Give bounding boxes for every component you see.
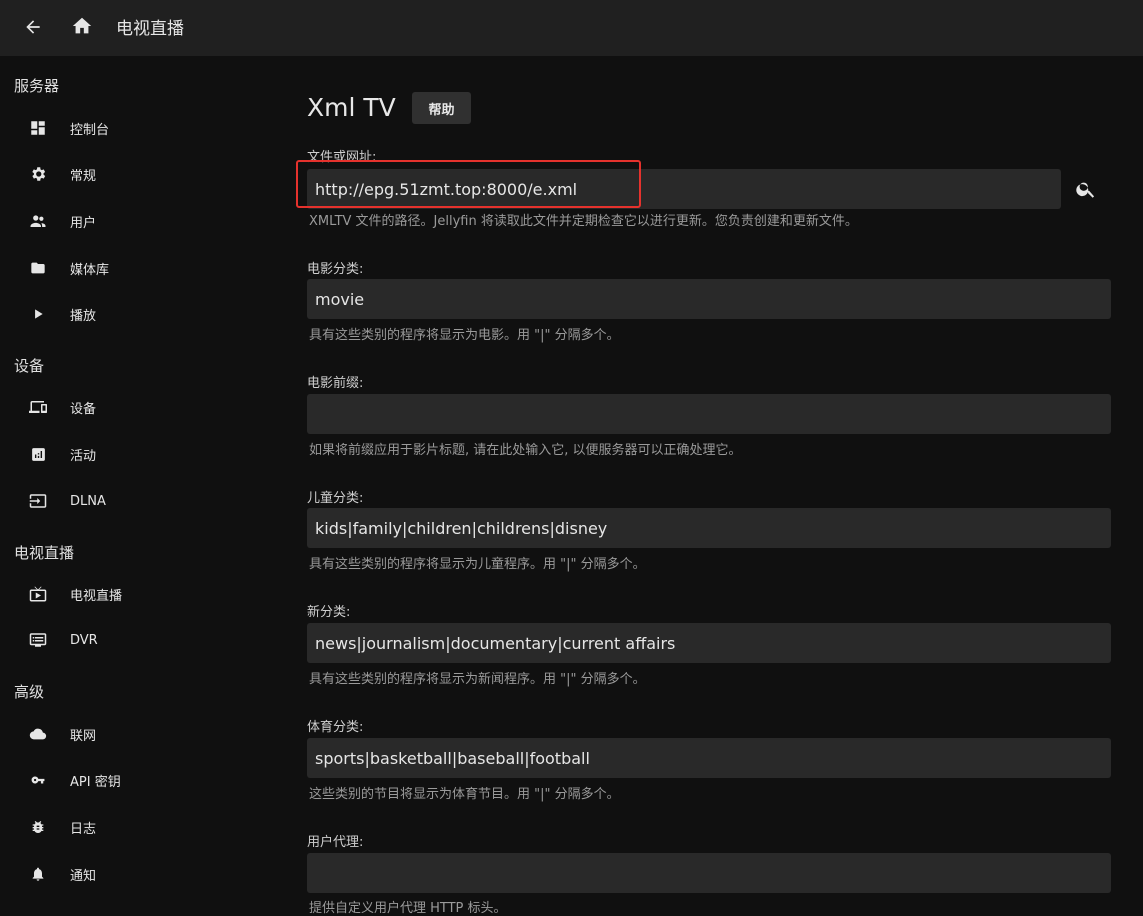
sidebar-item-label: 通知 xyxy=(70,868,97,884)
sidebar-item-label: 播放 xyxy=(70,308,97,324)
news-categories-input[interactable]: news|journalism|documentary|current affa… xyxy=(307,623,1111,663)
sidebar-item-devices[interactable]: 设备 xyxy=(0,387,272,427)
header-title: 电视直播 xyxy=(116,19,184,39)
sidebar-item-dvr[interactable]: DVR xyxy=(0,620,272,660)
sidebar-item-label: 用户 xyxy=(70,215,97,231)
section-header-devices: 设备 xyxy=(14,357,45,375)
cloud-icon xyxy=(28,724,48,744)
live-tv-icon xyxy=(28,584,48,604)
movie-prefix-input[interactable] xyxy=(307,394,1111,434)
devices-icon xyxy=(28,397,48,417)
user-agent-input[interactable] xyxy=(307,853,1111,893)
user-agent-help: 提供自定义用户代理 HTTP 标头。 xyxy=(309,901,507,916)
back-arrow-icon[interactable] xyxy=(18,12,48,42)
sports-categories-input[interactable]: sports|basketball|baseball|football xyxy=(307,738,1111,778)
movie-prefix-label: 电影前缀: xyxy=(307,376,364,391)
kids-categories-label: 儿童分类: xyxy=(307,491,364,506)
sidebar-item-label: DVR xyxy=(70,632,98,648)
sidebar-item-notifications[interactable]: 通知 xyxy=(0,854,272,894)
sidebar-item-api-keys[interactable]: API 密钥 xyxy=(0,760,272,800)
sidebar-item-dashboard[interactable]: 控制台 xyxy=(0,108,272,148)
xmltv-path-help: XMLTV 文件的路径。Jellyfin 将读取此文件并定期检查它以进行更新。您… xyxy=(309,214,858,229)
app-header: 电视直播 xyxy=(0,0,1143,56)
bug-icon xyxy=(28,817,48,837)
dvr-icon xyxy=(28,630,48,650)
movie-prefix-help: 如果将前缀应用于影片标题, 请在此处输入它, 以便服务器可以正确处理它。 xyxy=(309,443,742,458)
dashboard-icon xyxy=(28,118,48,138)
search-icon[interactable] xyxy=(1071,174,1101,204)
kids-categories-input[interactable]: kids|family|children|childrens|disney xyxy=(307,508,1111,548)
play-icon xyxy=(28,304,48,324)
gear-icon xyxy=(28,164,48,184)
sidebar-item-label: 电视直播 xyxy=(70,588,123,604)
sidebar-item-livetv[interactable]: 电视直播 xyxy=(0,574,272,614)
sidebar-item-label: 日志 xyxy=(70,821,97,837)
input-icon xyxy=(28,491,48,511)
bell-icon xyxy=(28,864,48,884)
folder-icon xyxy=(28,258,48,278)
section-header-livetv: 电视直播 xyxy=(14,544,75,562)
movie-categories-help: 具有这些类别的程序将显示为电影。用 "|" 分隔多个。 xyxy=(309,328,620,343)
news-categories-label: 新分类: xyxy=(307,605,351,620)
sports-categories-label: 体育分类: xyxy=(307,720,364,735)
page-title: Xml TV xyxy=(307,93,396,122)
sidebar-item-label: API 密钥 xyxy=(70,774,121,790)
sidebar-item-label: 活动 xyxy=(70,448,97,464)
sidebar-item-label: 设备 xyxy=(70,401,97,417)
sidebar-item-logs[interactable]: 日志 xyxy=(0,807,272,847)
news-categories-help: 具有这些类别的程序将显示为新闻程序。用 "|" 分隔多个。 xyxy=(309,672,646,687)
sidebar-item-playback[interactable]: 播放 xyxy=(0,294,272,334)
sidebar-item-activity[interactable]: 活动 xyxy=(0,434,272,474)
help-button[interactable]: 帮助 xyxy=(412,92,471,124)
sidebar-item-libraries[interactable]: 媒体库 xyxy=(0,248,272,288)
sidebar-item-label: 控制台 xyxy=(70,122,110,138)
analytics-icon xyxy=(28,444,48,464)
sidebar-item-networking[interactable]: 联网 xyxy=(0,714,272,754)
people-icon xyxy=(28,211,48,231)
sidebar-item-dlna[interactable]: DLNA xyxy=(0,481,272,521)
sidebar-item-label: 媒体库 xyxy=(70,262,110,278)
key-icon xyxy=(28,770,48,790)
sports-categories-help: 这些类别的节目将显示为体育节目。用 "|" 分隔多个。 xyxy=(309,787,620,802)
home-icon[interactable] xyxy=(66,11,98,41)
sidebar-item-users[interactable]: 用户 xyxy=(0,201,272,241)
kids-categories-help: 具有这些类别的程序将显示为儿童程序。用 "|" 分隔多个。 xyxy=(309,557,646,572)
user-agent-label: 用户代理: xyxy=(307,835,364,850)
highlight-annotation xyxy=(296,160,641,208)
movie-categories-label: 电影分类: xyxy=(307,262,364,277)
section-header-advanced: 高级 xyxy=(14,683,45,701)
sidebar-item-label: 联网 xyxy=(70,728,97,744)
sidebar-item-label: DLNA xyxy=(70,493,106,509)
sidebar-item-label: 常规 xyxy=(70,168,97,184)
sidebar-item-general[interactable]: 常规 xyxy=(0,154,272,194)
section-header-server: 服务器 xyxy=(14,77,60,95)
movie-categories-input[interactable]: movie xyxy=(307,279,1111,319)
